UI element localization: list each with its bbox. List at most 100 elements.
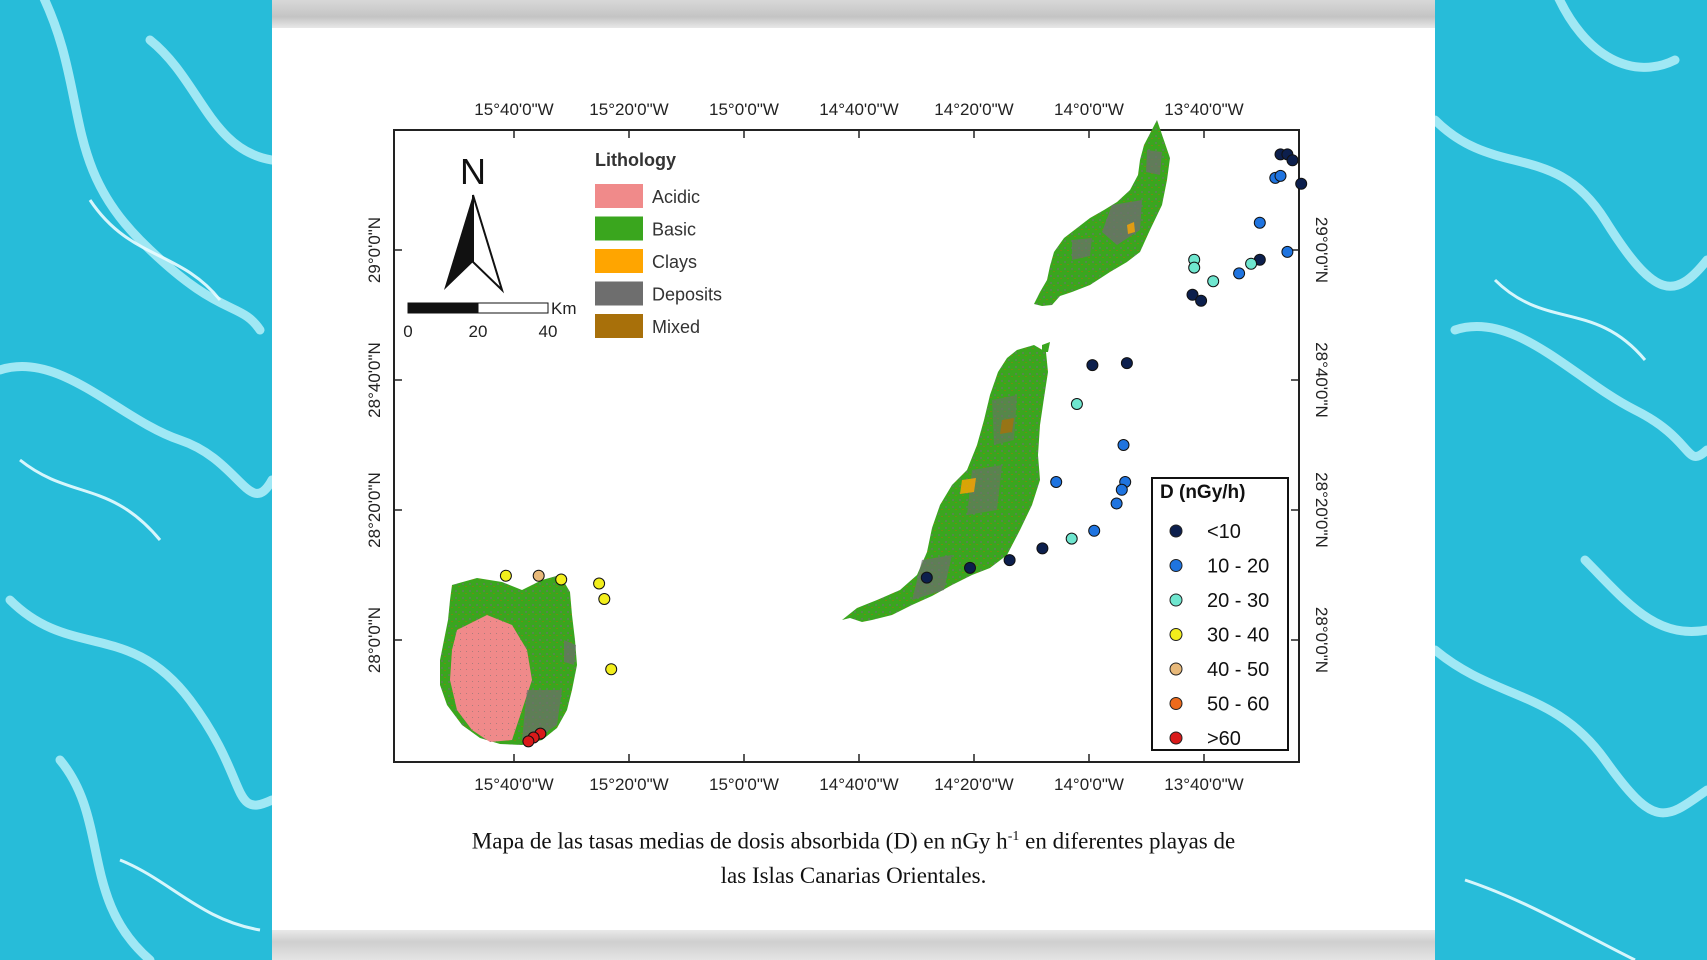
sample-point-27	[1003, 554, 1016, 567]
sample-point-31	[532, 569, 545, 582]
lon-label-top-6: 13°40'0"W	[1164, 100, 1243, 119]
lat-label-right-3: 28°0'0"N	[1312, 607, 1331, 673]
lon-label-top-5: 14°0'0"W	[1054, 100, 1124, 119]
sample-point-17	[1120, 357, 1133, 370]
latitude-labels-left: 29°0'0"N 28°40'0"N 28°20'0"N 28°0'0"N	[365, 217, 384, 673]
scale-label-40: 40	[539, 322, 558, 341]
lithology-label-mixed: Mixed	[652, 317, 700, 337]
dose-legend-marker-4	[1169, 662, 1183, 676]
scale-unit: Km	[551, 299, 577, 318]
sample-point-22	[1115, 483, 1128, 496]
lithology-swatch-acidic	[595, 184, 643, 208]
sample-point-19	[1117, 439, 1130, 451]
dose-legend-label-4: 40 - 50	[1207, 659, 1269, 681]
dose-legend: D (nGy/h) <10 10 - 20 20 - 30 30 - 40 40 - 5…	[1151, 477, 1289, 751]
slide: 15°40'0"W 15°20'0"W 15°0'0"W 14°40'0"W 14°20…	[272, 0, 1435, 960]
island-gran-canaria	[440, 575, 577, 745]
lon-label-top-4: 14°20'0"W	[934, 100, 1013, 119]
dose-legend-label-6: >60	[1207, 728, 1241, 750]
dose-legend-marker-6	[1169, 731, 1183, 745]
lon-label-bottom-0: 15°40'0"W	[474, 775, 553, 794]
latitude-labels-right: 29°0'0"N 28°40'0"N 28°20'0"N 28°0'0"N	[1312, 217, 1331, 673]
sample-point-35	[605, 663, 618, 676]
lat-label-left-3: 28°0'0"N	[365, 607, 384, 673]
sample-point-2	[1286, 154, 1299, 167]
lon-label-top-0: 15°40'0"W	[474, 100, 553, 119]
lithology-swatch-deposits	[595, 281, 643, 306]
sample-point-23	[1110, 497, 1123, 510]
lon-label-bottom-3: 14°40'0"W	[819, 775, 898, 794]
lat-label-left-1: 28°40'0"N	[365, 342, 384, 418]
dose-legend-title: D (nGy/h)	[1160, 482, 1246, 503]
lon-label-bottom-5: 14°0'0"W	[1054, 775, 1124, 794]
water-background-left	[0, 0, 272, 960]
sample-point-16	[1086, 359, 1099, 372]
lithology-label-deposits: Deposits	[652, 285, 722, 305]
sample-point-6	[1253, 216, 1266, 229]
sample-point-32	[555, 573, 568, 586]
dose-legend-label-1: 10 - 20	[1207, 556, 1269, 578]
lat-label-right-2: 28°20'0"N	[1312, 472, 1331, 548]
lon-label-bottom-6: 13°40'0"W	[1164, 775, 1243, 794]
lithology-label-acidic: Acidic	[652, 187, 700, 207]
caption-line-1: Mapa de las tasas medias de dosis absorb…	[352, 820, 1355, 859]
sample-point-29	[920, 571, 933, 584]
dose-legend-marker-2	[1169, 593, 1183, 607]
sample-point-20	[1050, 476, 1063, 488]
lon-label-top-3: 14°40'0"W	[819, 100, 898, 119]
longitude-labels-bottom: 15°40'0"W 15°20'0"W 15°0'0"W 14°40'0"W 14°20…	[474, 775, 1243, 794]
sample-point-13	[1188, 261, 1201, 274]
sample-point-11	[1207, 275, 1220, 288]
sample-point-34	[598, 593, 611, 605]
lon-label-top-1: 15°20'0"W	[589, 100, 668, 119]
map-figure: 15°40'0"W 15°20'0"W 15°0'0"W 14°40'0"W 14°20…	[365, 100, 1331, 794]
dose-legend-label-2: 20 - 30	[1207, 590, 1269, 612]
sample-point-26	[1036, 542, 1049, 555]
lithology-legend-title: Lithology	[595, 150, 676, 170]
sample-point-3	[1295, 177, 1308, 190]
caption-line-1-text: Mapa de las tasas medias de dosis absorb…	[471, 828, 1008, 854]
sample-point-18	[1070, 398, 1083, 410]
caption-line-1-tail: en diferentes playas de	[1019, 828, 1236, 854]
dose-legend-label-5: 50 - 60	[1207, 694, 1269, 716]
dose-legend-marker-0	[1169, 524, 1183, 538]
lat-label-left-2: 28°20'0"N	[365, 472, 384, 548]
caption-line-2: las Islas Canarias Orientales.	[720, 862, 987, 888]
lon-label-bottom-2: 15°0'0"W	[709, 775, 779, 794]
sample-point-28	[964, 561, 976, 574]
caption-superscript: -1	[1007, 829, 1020, 844]
lithology-swatch-clays	[595, 249, 643, 273]
sample-point-24	[1088, 524, 1101, 537]
sample-point-33	[593, 577, 606, 590]
lithology-label-basic: Basic	[652, 220, 696, 240]
sample-point-25	[1065, 532, 1078, 545]
figure-caption: Mapa de las tasas medias de dosis absorb…	[352, 820, 1355, 893]
scale-label-0: 0	[403, 322, 412, 341]
lithology-swatch-mixed	[595, 314, 643, 338]
water-background-right	[1435, 0, 1707, 960]
dose-legend-label-0: <10	[1207, 521, 1241, 543]
lat-label-right-0: 29°0'0"N	[1312, 217, 1331, 283]
north-label: N	[460, 151, 486, 192]
dose-legend-marker-5	[1169, 697, 1183, 710]
slide-bottom-bar	[272, 930, 1435, 960]
lon-label-top-2: 15°0'0"W	[709, 100, 779, 119]
lat-label-left-0: 29°0'0"N	[365, 217, 384, 283]
sample-point-9	[1245, 257, 1258, 270]
dose-legend-marker-3	[1169, 628, 1183, 641]
sample-point-5	[1274, 169, 1287, 182]
dose-rate-map: 15°40'0"W 15°20'0"W 15°0'0"W 14°40'0"W 14°20…	[272, 0, 1435, 960]
sample-point-15	[1195, 294, 1208, 307]
lithology-swatch-basic	[595, 216, 643, 241]
dose-legend-label-3: 30 - 40	[1207, 625, 1269, 647]
scale-label-20: 20	[469, 322, 488, 341]
dose-legend-marker-1	[1169, 559, 1183, 572]
sample-point-7	[1281, 245, 1294, 258]
sample-point-30	[499, 569, 512, 582]
lon-label-bottom-1: 15°20'0"W	[589, 775, 668, 794]
lithology-label-clays: Clays	[652, 252, 697, 272]
lat-label-right-1: 28°40'0"N	[1312, 342, 1331, 418]
lon-label-bottom-4: 14°20'0"W	[934, 775, 1013, 794]
sample-point-10	[1233, 267, 1246, 280]
sample-point-38	[522, 735, 535, 748]
